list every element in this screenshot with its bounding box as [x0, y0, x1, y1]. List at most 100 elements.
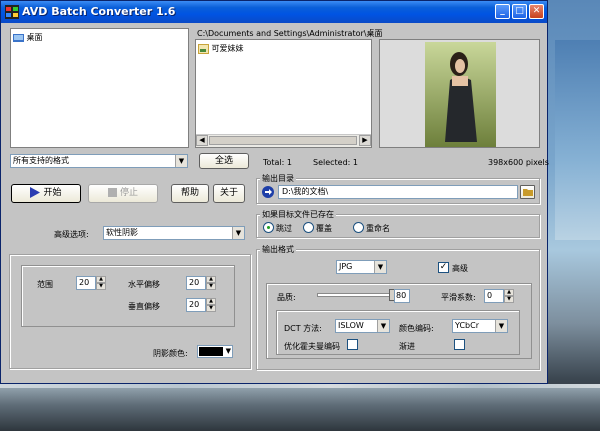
- chevron-down-icon[interactable]: ▼: [377, 320, 389, 332]
- chevron-down-icon[interactable]: ▼: [226, 346, 231, 357]
- desktop-folder-icon: [13, 33, 24, 42]
- smoothing-stepper[interactable]: 0 ▲ ▼: [484, 289, 514, 303]
- horizontal-offset-value[interactable]: 20: [186, 276, 206, 290]
- smoothing-value[interactable]: 0: [484, 289, 504, 303]
- format-value: JPG: [339, 262, 353, 271]
- spin-down-icon[interactable]: ▼: [206, 283, 216, 290]
- output-dir-label: 输出目录: [260, 173, 296, 184]
- help-button[interactable]: 帮助: [171, 184, 209, 203]
- skip-radio[interactable]: [263, 222, 274, 233]
- color-encoding-label: 颜色编码:: [399, 324, 434, 333]
- play-icon: [30, 187, 41, 198]
- selected-count: Selected: 1: [313, 158, 359, 167]
- color-encoding-select[interactable]: YCbCr ▼: [452, 319, 508, 333]
- close-button[interactable]: ✕: [529, 4, 544, 19]
- chevron-down-icon[interactable]: ▼: [495, 320, 507, 332]
- smoothing-label: 平滑系数:: [441, 293, 476, 302]
- skip-label: 跳过: [276, 224, 292, 233]
- shadow-color-picker[interactable]: ▼: [197, 345, 233, 358]
- window-title: AVD Batch Converter 1.6: [22, 5, 176, 18]
- quality-value[interactable]: 80: [394, 289, 410, 303]
- arrow-right-icon[interactable]: [262, 186, 274, 198]
- vertical-offset-value[interactable]: 20: [186, 298, 206, 312]
- shadow-color-label: 阴影颜色:: [153, 349, 188, 358]
- start-label: 开始: [43, 188, 62, 198]
- app-icon: [5, 5, 19, 19]
- tree-item-label: 桌面: [26, 33, 43, 42]
- minimize-button[interactable]: _: [495, 4, 510, 19]
- chevron-down-icon[interactable]: ▼: [175, 155, 187, 167]
- app-window: AVD Batch Converter 1.6 _ □ ✕ 桌面 C:\Docu…: [0, 0, 549, 384]
- select-all-button[interactable]: 全选: [199, 153, 249, 169]
- dct-method-label: DCT 方法:: [284, 324, 322, 333]
- file-name: 可爱妹妹: [211, 44, 244, 53]
- maximize-button[interactable]: □: [512, 4, 527, 19]
- desktop-rocks: [0, 388, 600, 431]
- chevron-down-icon[interactable]: ▼: [374, 261, 386, 273]
- overwrite-label: 覆盖: [316, 224, 332, 233]
- spin-down-icon[interactable]: ▼: [96, 283, 106, 290]
- desktop-sky: [555, 40, 600, 240]
- image-file-icon: [198, 43, 209, 54]
- folder-open-icon: [522, 188, 533, 196]
- advanced-options-value: 软性阴影: [106, 228, 138, 237]
- color-encoding-value: YCbCr: [455, 321, 479, 330]
- total-count: Total: 1: [263, 158, 293, 167]
- horizontal-offset-label: 水平偏移: [128, 280, 160, 289]
- file-filter-select[interactable]: 所有支持的格式 ▼: [10, 154, 188, 168]
- stop-icon: [107, 188, 117, 197]
- vertical-offset-label: 垂直偏移: [128, 302, 160, 311]
- spin-up-icon[interactable]: ▲: [504, 289, 514, 296]
- shadow-offset-panel: [21, 265, 235, 327]
- scroll-left-button[interactable]: ◀: [196, 135, 208, 146]
- title-bar[interactable]: AVD Batch Converter 1.6 _ □ ✕: [1, 1, 547, 23]
- spin-up-icon[interactable]: ▲: [206, 298, 216, 305]
- format-select[interactable]: JPG ▼: [336, 260, 387, 274]
- range-label: 范围: [37, 280, 53, 289]
- advanced-options-label: 高级选项:: [54, 230, 89, 239]
- about-button[interactable]: 关于: [213, 184, 245, 203]
- output-format-label: 输出格式: [260, 244, 296, 255]
- range-stepper[interactable]: 20 ▲ ▼: [76, 276, 106, 290]
- list-item[interactable]: 可爱妹妹: [198, 43, 244, 54]
- spin-up-icon[interactable]: ▲: [96, 276, 106, 283]
- vertical-offset-stepper[interactable]: 20 ▲ ▼: [186, 298, 216, 312]
- image-preview: [379, 39, 540, 148]
- horizontal-scrollbar[interactable]: ◀ ▶: [196, 134, 371, 147]
- image-dimensions: 398x600 pixels: [488, 158, 549, 167]
- stop-label: 停止: [119, 188, 138, 198]
- file-exists-label: 如果目标文件已存在: [260, 209, 336, 220]
- tree-item[interactable]: 桌面: [13, 32, 43, 43]
- start-button[interactable]: 开始: [11, 184, 81, 203]
- output-dir-input[interactable]: D:\我的文档\: [278, 185, 518, 199]
- horizontal-offset-stepper[interactable]: 20 ▲ ▼: [186, 276, 216, 290]
- quality-slider-track[interactable]: [317, 293, 394, 297]
- rename-radio[interactable]: [353, 222, 364, 233]
- advanced-checkbox[interactable]: ✓: [438, 262, 449, 273]
- optimize-huffman-label: 优化霍夫曼编码: [284, 342, 340, 351]
- advanced-options-select[interactable]: 软性阴影 ▼: [103, 226, 245, 240]
- file-filter-value: 所有支持的格式: [13, 156, 69, 165]
- spin-down-icon[interactable]: ▼: [206, 305, 216, 312]
- folder-tree[interactable]: 桌面: [10, 28, 189, 148]
- spin-up-icon[interactable]: ▲: [206, 276, 216, 283]
- progressive-checkbox[interactable]: [454, 339, 465, 350]
- quality-label: 品质:: [277, 293, 296, 302]
- current-path: C:\Documents and Settings\Administrator\…: [197, 29, 383, 38]
- progressive-label: 渐进: [399, 342, 415, 351]
- rename-label: 重命名: [366, 224, 390, 233]
- color-swatch: [199, 347, 223, 356]
- scroll-thumb[interactable]: [209, 136, 357, 145]
- advanced-checkbox-label: 高级: [452, 264, 468, 273]
- chevron-down-icon[interactable]: ▼: [232, 227, 244, 239]
- spin-down-icon[interactable]: ▼: [504, 296, 514, 303]
- range-value[interactable]: 20: [76, 276, 96, 290]
- dct-method-select[interactable]: ISLOW ▼: [335, 319, 390, 333]
- optimize-huffman-checkbox[interactable]: [347, 339, 358, 350]
- preview-photo: [425, 42, 496, 147]
- overwrite-radio[interactable]: [303, 222, 314, 233]
- stop-button[interactable]: 停止: [88, 184, 158, 203]
- browse-folder-button[interactable]: [520, 185, 535, 199]
- scroll-right-button[interactable]: ▶: [359, 135, 371, 146]
- file-list[interactable]: 可爱妹妹 ◀ ▶: [195, 39, 372, 148]
